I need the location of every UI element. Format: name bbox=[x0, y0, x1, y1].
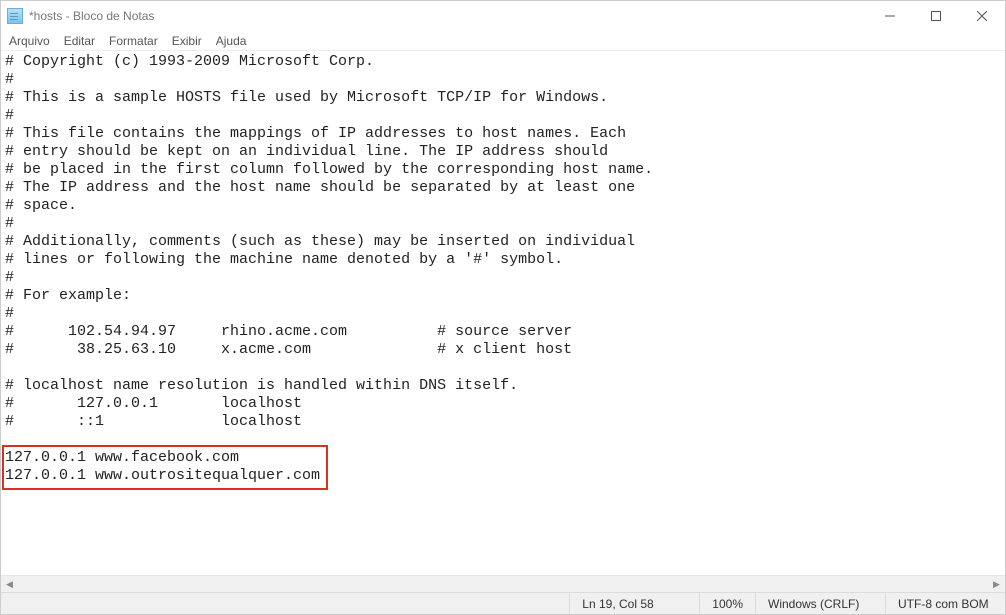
maximize-button[interactable] bbox=[913, 1, 959, 31]
titlebar: *hosts - Bloco de Notas bbox=[1, 1, 1005, 31]
editor-area: # Copyright (c) 1993-2009 Microsoft Corp… bbox=[1, 51, 1005, 592]
minimize-button[interactable] bbox=[867, 1, 913, 31]
window-title: *hosts - Bloco de Notas bbox=[29, 9, 154, 23]
status-cursor-position: Ln 19, Col 58 bbox=[569, 593, 699, 614]
menu-exibir[interactable]: Exibir bbox=[172, 34, 202, 48]
scroll-track[interactable] bbox=[18, 576, 988, 592]
scroll-left-arrow-icon[interactable]: ◀ bbox=[1, 576, 18, 593]
status-zoom: 100% bbox=[699, 593, 755, 614]
menu-editar[interactable]: Editar bbox=[64, 34, 95, 48]
menu-ajuda[interactable]: Ajuda bbox=[216, 34, 247, 48]
notepad-app-icon bbox=[7, 8, 23, 24]
statusbar: Ln 19, Col 58 100% Windows (CRLF) UTF-8 … bbox=[1, 592, 1005, 614]
text-editor[interactable]: # Copyright (c) 1993-2009 Microsoft Corp… bbox=[1, 51, 1005, 575]
menu-formatar[interactable]: Formatar bbox=[109, 34, 158, 48]
horizontal-scrollbar[interactable]: ◀ ▶ bbox=[1, 575, 1005, 592]
close-button[interactable] bbox=[959, 1, 1005, 31]
scroll-right-arrow-icon[interactable]: ▶ bbox=[988, 576, 1005, 593]
menu-arquivo[interactable]: Arquivo bbox=[9, 34, 50, 48]
status-line-ending: Windows (CRLF) bbox=[755, 593, 885, 614]
status-encoding: UTF-8 com BOM bbox=[885, 593, 1005, 614]
window-controls bbox=[867, 1, 1005, 31]
menubar: Arquivo Editar Formatar Exibir Ajuda bbox=[1, 31, 1005, 51]
